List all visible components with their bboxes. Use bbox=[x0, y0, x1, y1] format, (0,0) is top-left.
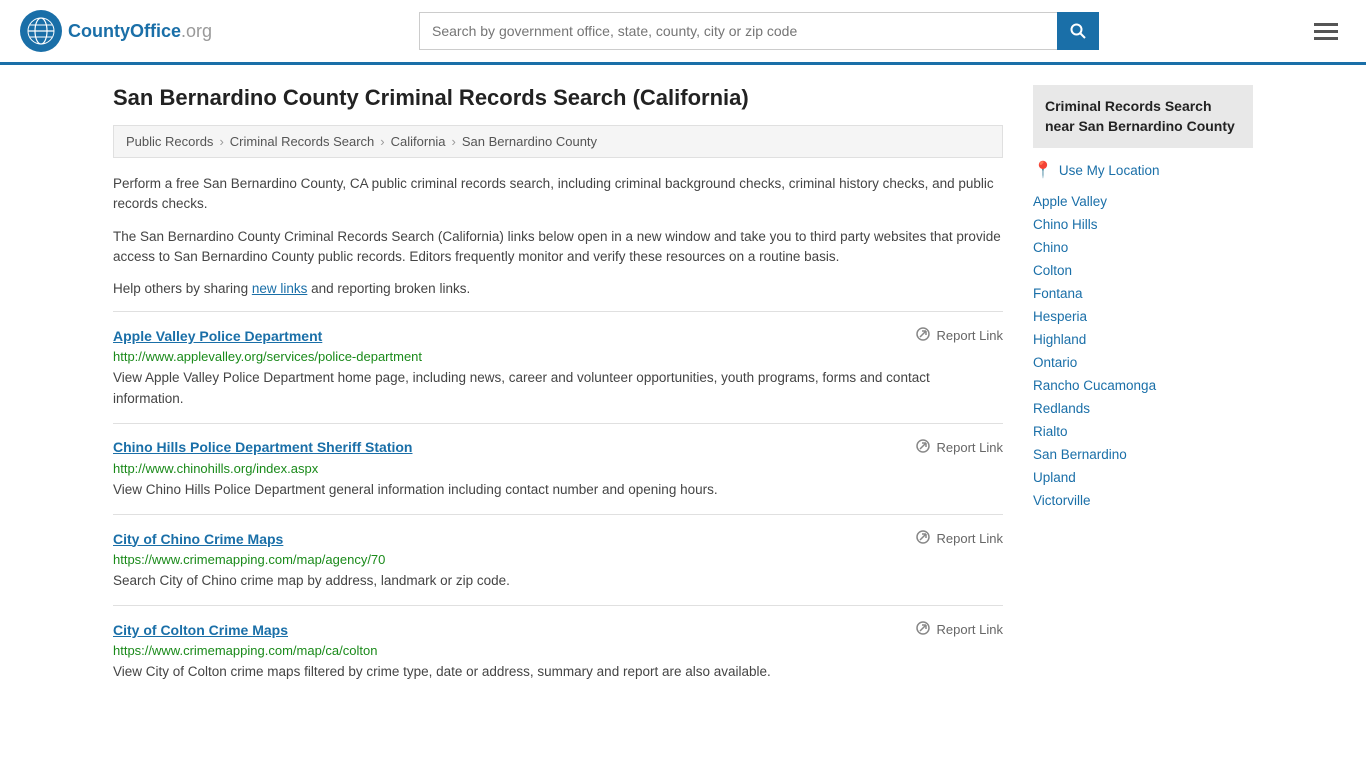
result-header-0: Apple Valley Police Department Report Li… bbox=[113, 326, 1003, 345]
sidebar-title: Criminal Records Search near San Bernard… bbox=[1033, 85, 1253, 148]
breadcrumb-sep-2: › bbox=[380, 134, 384, 149]
sidebar-city-apple-valley[interactable]: Apple Valley bbox=[1033, 190, 1253, 213]
sidebar-city-chino-hills[interactable]: Chino Hills bbox=[1033, 213, 1253, 236]
sidebar-city-chino[interactable]: Chino bbox=[1033, 236, 1253, 259]
breadcrumb-public-records[interactable]: Public Records bbox=[126, 134, 213, 149]
result-item: Chino Hills Police Department Sheriff St… bbox=[113, 423, 1003, 514]
sidebar: Criminal Records Search near San Bernard… bbox=[1033, 85, 1253, 697]
sidebar-city-rialto[interactable]: Rialto bbox=[1033, 420, 1253, 443]
report-label-1: Report Link bbox=[937, 440, 1003, 455]
breadcrumb-california[interactable]: California bbox=[391, 134, 446, 149]
result-title-1[interactable]: Chino Hills Police Department Sheriff St… bbox=[113, 439, 412, 455]
sidebar-city-colton[interactable]: Colton bbox=[1033, 259, 1253, 282]
sidebar-city-ontario[interactable]: Ontario bbox=[1033, 351, 1253, 374]
menu-bar-1 bbox=[1314, 23, 1338, 26]
result-item: City of Colton Crime Maps Report Link ht… bbox=[113, 605, 1003, 696]
header: CountyOffice.org bbox=[0, 0, 1366, 65]
logo-text: CountyOffice.org bbox=[68, 21, 212, 42]
logo-area: CountyOffice.org bbox=[20, 10, 212, 52]
menu-bar-3 bbox=[1314, 37, 1338, 40]
result-url-1[interactable]: http://www.chinohills.org/index.aspx bbox=[113, 461, 1003, 476]
result-title-2[interactable]: City of Chino Crime Maps bbox=[113, 531, 283, 547]
result-title-0[interactable]: Apple Valley Police Department bbox=[113, 328, 322, 344]
sidebar-city-victorville[interactable]: Victorville bbox=[1033, 489, 1253, 512]
report-label-0: Report Link bbox=[937, 328, 1003, 343]
report-link-3[interactable]: Report Link bbox=[915, 620, 1003, 639]
result-url-2[interactable]: https://www.crimemapping.com/map/agency/… bbox=[113, 552, 1003, 567]
result-header-2: City of Chino Crime Maps Report Link bbox=[113, 529, 1003, 548]
breadcrumb-sep-1: › bbox=[219, 134, 223, 149]
description-2: The San Bernardino County Criminal Recor… bbox=[113, 227, 1003, 268]
page-title: San Bernardino County Criminal Records S… bbox=[113, 85, 1003, 111]
use-my-location[interactable]: 📍 Use My Location bbox=[1033, 160, 1253, 180]
report-icon-1 bbox=[915, 438, 931, 457]
report-icon-3 bbox=[915, 620, 931, 639]
result-url-3[interactable]: https://www.crimemapping.com/map/ca/colt… bbox=[113, 643, 1003, 658]
menu-bar-2 bbox=[1314, 30, 1338, 33]
result-desc-1: View Chino Hills Police Department gener… bbox=[113, 480, 1003, 500]
report-link-2[interactable]: Report Link bbox=[915, 529, 1003, 548]
result-desc-0: View Apple Valley Police Department home… bbox=[113, 368, 1003, 409]
description-3: Help others by sharing new links and rep… bbox=[113, 279, 1003, 299]
result-header-3: City of Colton Crime Maps Report Link bbox=[113, 620, 1003, 639]
menu-button[interactable] bbox=[1306, 19, 1346, 44]
search-input[interactable] bbox=[419, 12, 1057, 50]
report-label-2: Report Link bbox=[937, 531, 1003, 546]
breadcrumb: Public Records › Criminal Records Search… bbox=[113, 125, 1003, 158]
sidebar-city-upland[interactable]: Upland bbox=[1033, 466, 1253, 489]
report-icon-0 bbox=[915, 326, 931, 345]
search-area bbox=[419, 12, 1099, 50]
main-container: San Bernardino County Criminal Records S… bbox=[83, 65, 1283, 717]
sidebar-city-highland[interactable]: Highland bbox=[1033, 328, 1253, 351]
breadcrumb-sep-3: › bbox=[452, 134, 456, 149]
description-1: Perform a free San Bernardino County, CA… bbox=[113, 174, 1003, 215]
location-icon: 📍 bbox=[1033, 160, 1053, 180]
report-link-0[interactable]: Report Link bbox=[915, 326, 1003, 345]
report-label-3: Report Link bbox=[937, 622, 1003, 637]
search-button[interactable] bbox=[1057, 12, 1099, 50]
sidebar-city-redlands[interactable]: Redlands bbox=[1033, 397, 1253, 420]
result-url-0[interactable]: http://www.applevalley.org/services/poli… bbox=[113, 349, 1003, 364]
results-container: Apple Valley Police Department Report Li… bbox=[113, 311, 1003, 696]
result-title-3[interactable]: City of Colton Crime Maps bbox=[113, 622, 288, 638]
result-item: Apple Valley Police Department Report Li… bbox=[113, 311, 1003, 423]
breadcrumb-criminal-records[interactable]: Criminal Records Search bbox=[230, 134, 375, 149]
result-desc-3: View City of Colton crime maps filtered … bbox=[113, 662, 1003, 682]
result-desc-2: Search City of Chino crime map by addres… bbox=[113, 571, 1003, 591]
result-header-1: Chino Hills Police Department Sheriff St… bbox=[113, 438, 1003, 457]
description-3-post: and reporting broken links. bbox=[307, 281, 470, 296]
description-3-pre: Help others by sharing bbox=[113, 281, 252, 296]
report-link-1[interactable]: Report Link bbox=[915, 438, 1003, 457]
report-icon-2 bbox=[915, 529, 931, 548]
new-links-link[interactable]: new links bbox=[252, 281, 308, 296]
sidebar-city-fontana[interactable]: Fontana bbox=[1033, 282, 1253, 305]
content-area: San Bernardino County Criminal Records S… bbox=[113, 85, 1003, 697]
logo-icon bbox=[20, 10, 62, 52]
sidebar-city-hesperia[interactable]: Hesperia bbox=[1033, 305, 1253, 328]
breadcrumb-san-bernardino[interactable]: San Bernardino County bbox=[462, 134, 597, 149]
sidebar-city-san-bernardino[interactable]: San Bernardino bbox=[1033, 443, 1253, 466]
result-item: City of Chino Crime Maps Report Link htt… bbox=[113, 514, 1003, 605]
sidebar-cities-list: Apple ValleyChino HillsChinoColtonFontan… bbox=[1033, 190, 1253, 512]
sidebar-city-rancho-cucamonga[interactable]: Rancho Cucamonga bbox=[1033, 374, 1253, 397]
use-my-location-label: Use My Location bbox=[1059, 163, 1160, 178]
